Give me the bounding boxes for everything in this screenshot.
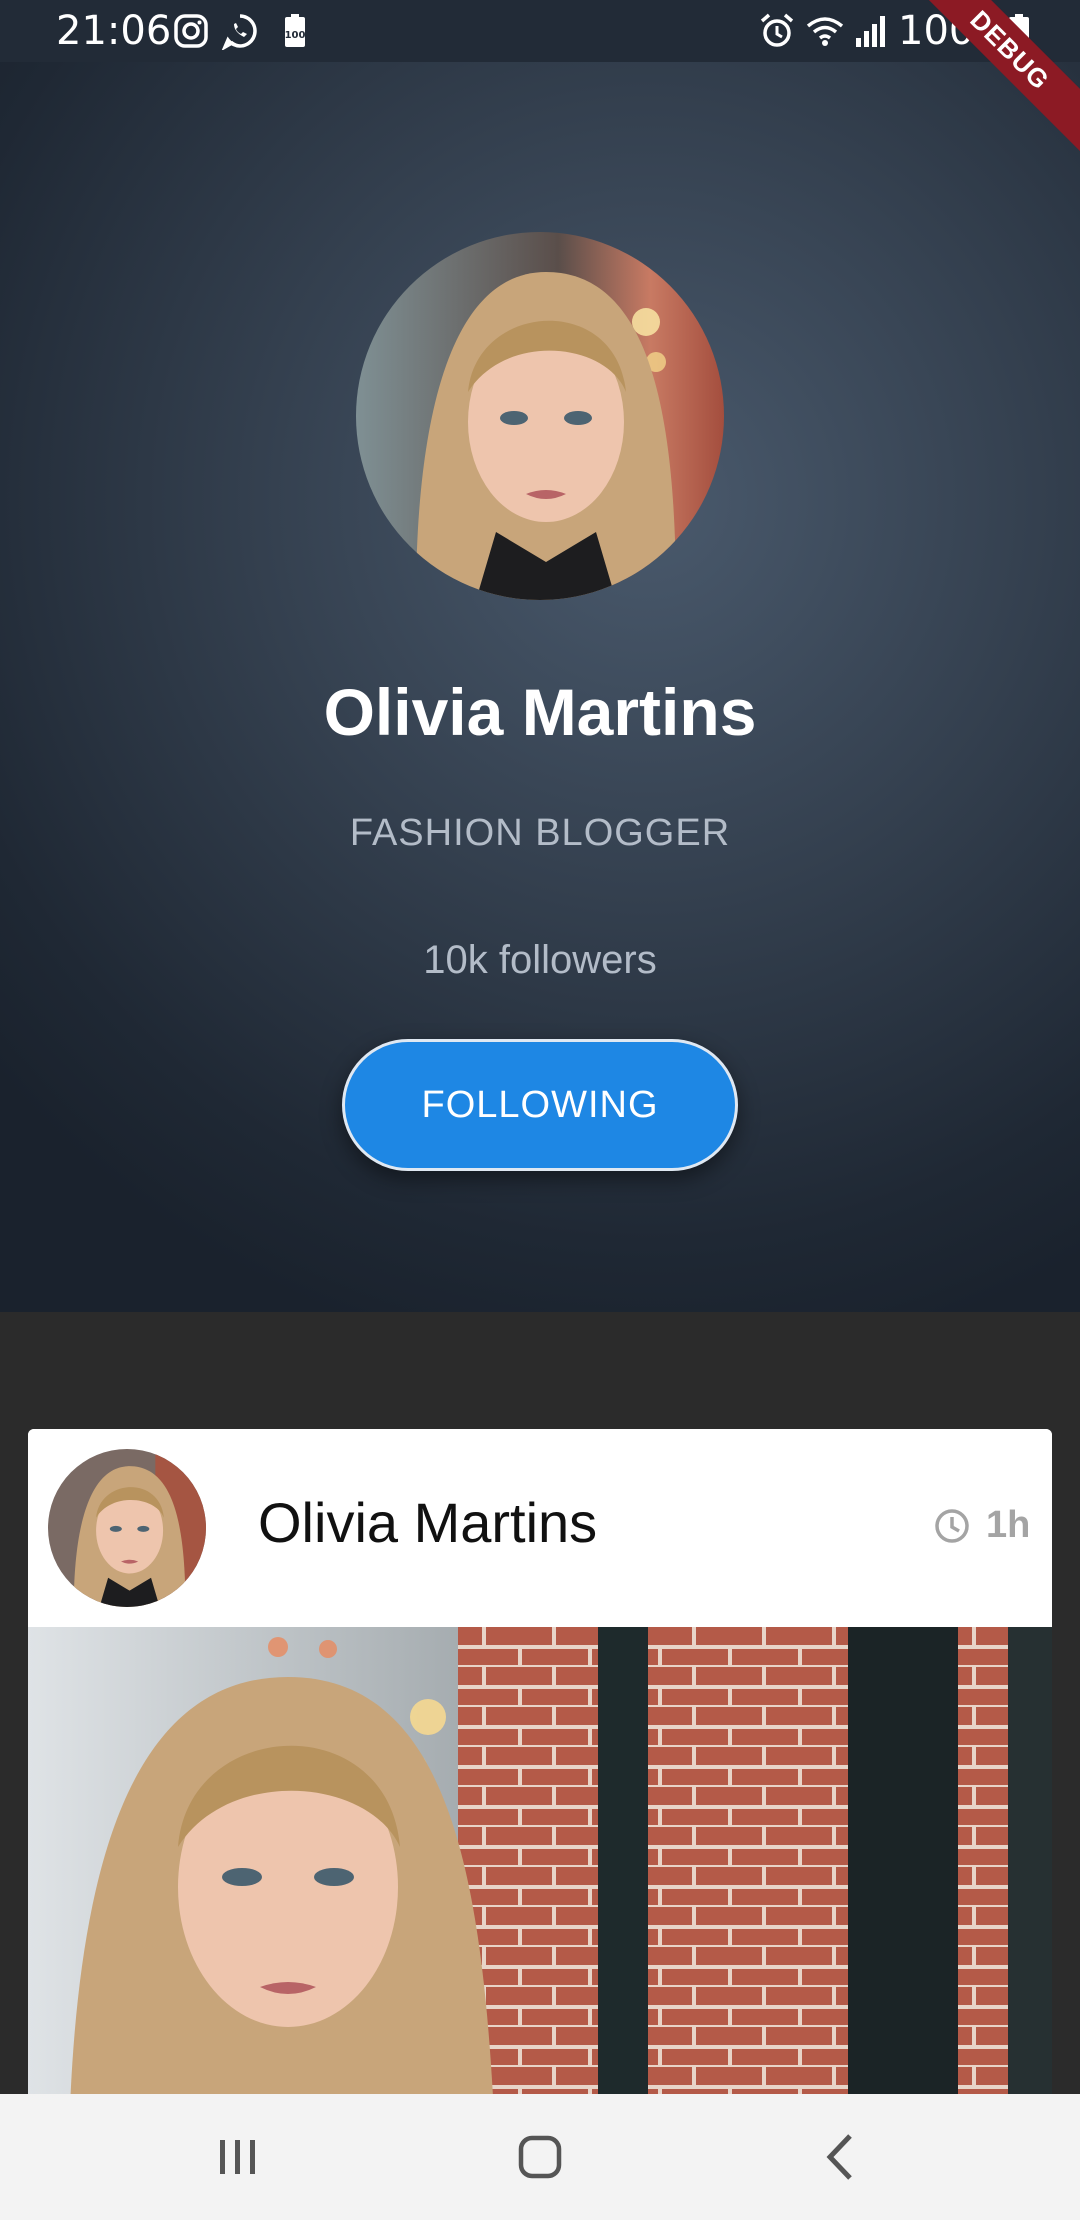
signal-icon [856, 16, 885, 47]
system-nav-bar [0, 2094, 1080, 2220]
recent-apps-icon[interactable] [198, 2124, 278, 2190]
svg-text:100: 100 [285, 30, 306, 41]
home-icon[interactable] [500, 2124, 580, 2190]
profile-name: Olivia Martins [323, 675, 757, 749]
wifi-icon [806, 17, 844, 46]
post-card[interactable]: Olivia Martins 1h [28, 1429, 1052, 2209]
followers-count: 10k followers [423, 938, 657, 982]
back-icon[interactable] [802, 2124, 882, 2190]
whatsapp-icon [221, 14, 257, 50]
profile-header: Olivia Martins FASHION BLOGGER 10k follo… [0, 62, 1080, 1312]
profile-avatar[interactable] [356, 232, 724, 600]
author-photo [48, 1449, 206, 1607]
profile-photo [356, 232, 724, 600]
clock-icon [935, 1509, 969, 1543]
status-time: 21:06 [56, 8, 172, 54]
post-time: 1h [986, 1504, 1031, 1546]
post-author-avatar[interactable] [48, 1449, 206, 1607]
following-button[interactable]: FOLLOWING [342, 1039, 738, 1171]
post-header: Olivia Martins 1h [28, 1429, 1052, 1627]
instagram-icon [174, 14, 208, 48]
alarm-icon [760, 13, 794, 47]
profile-title: FASHION BLOGGER [349, 812, 731, 854]
post-author-name[interactable]: Olivia Martins [258, 1489, 597, 1557]
status-bar: 21:06 100 100% [0, 0, 1080, 62]
battery-saver-icon: 100 [285, 14, 306, 47]
